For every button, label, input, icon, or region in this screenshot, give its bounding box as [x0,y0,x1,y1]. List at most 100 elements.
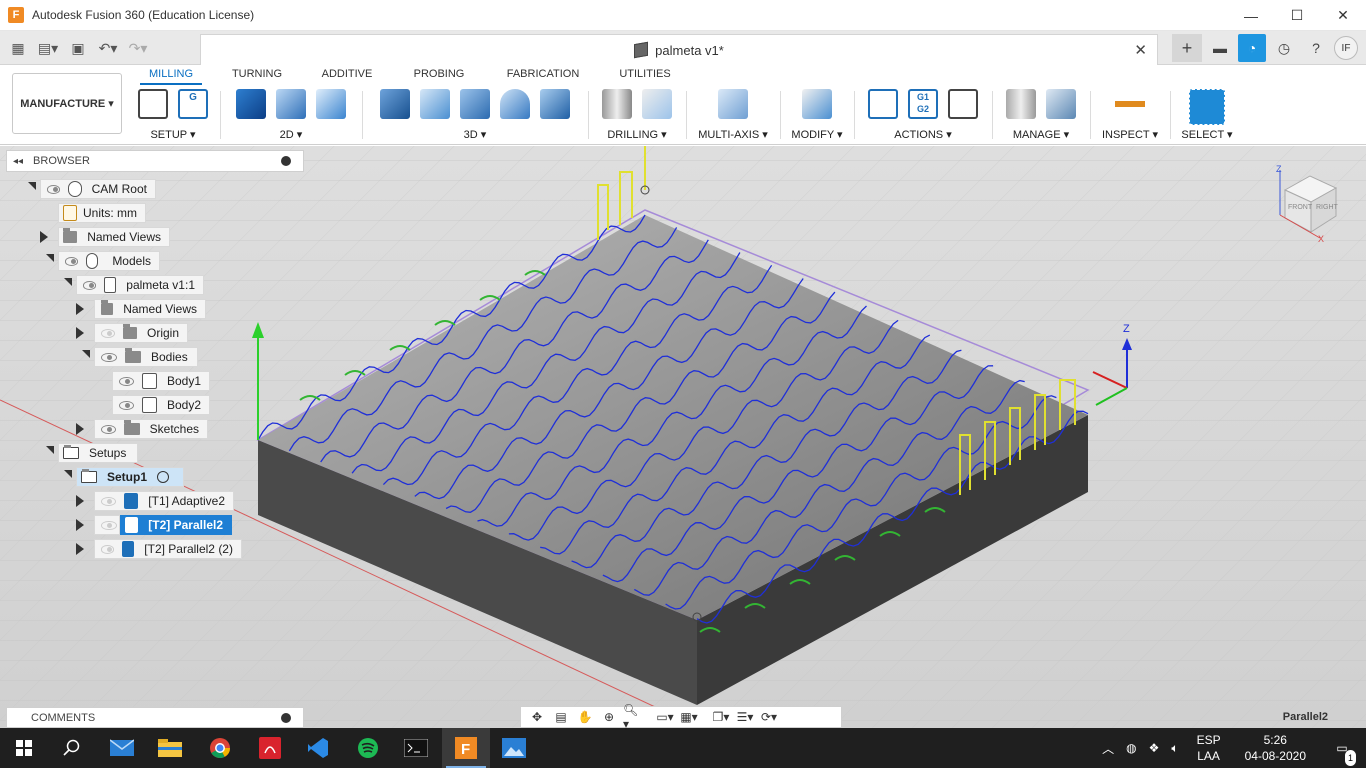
machine-library-icon[interactable] [1046,89,1076,119]
multi-axis-group-label[interactable]: MULTI-AXIS ▾ [690,128,776,141]
windows-start-icon[interactable] [0,728,48,768]
2d-adaptive-icon[interactable] [236,89,266,119]
tab-fabrication[interactable]: FABRICATION [496,65,590,85]
tree-node-op2[interactable]: [T2] Parallel2 [120,515,232,535]
tree-node-component[interactable]: palmeta v1:1 [76,275,204,295]
help-icon[interactable]: ? [1302,34,1330,62]
look-at-icon[interactable]: ▤ [551,709,571,725]
add-comment-icon[interactable] [281,713,291,723]
2d-group-label[interactable]: 2D ▾ [224,128,358,141]
spotify-icon[interactable] [344,728,392,768]
save-icon[interactable]: ▣ [66,36,90,60]
visibility-eye-icon[interactable] [47,184,61,194]
terminal-icon[interactable] [392,728,440,768]
op2-eye-box[interactable] [94,515,120,535]
tree-node-named-views[interactable]: Named Views [58,227,170,247]
bodies-expander[interactable] [76,350,90,358]
2d-pocket-icon[interactable] [276,89,306,119]
post-process-icon[interactable]: G1 G2 [908,89,938,119]
visibility-eye-icon[interactable] [119,376,134,386]
display-settings-icon[interactable]: ▭▾ [655,709,675,725]
cam-root-expander[interactable] [22,182,36,190]
file-menu-icon[interactable]: ▤▾ [36,36,60,60]
tree-node-setup1[interactable]: Setup1 [76,467,184,487]
setup-group-label[interactable]: SETUP ▾ [132,128,214,141]
minimize-browser-icon[interactable] [281,156,291,166]
data-panel-grid-icon[interactable]: ▦ [6,36,30,60]
collapse-browser-icon[interactable]: ◂◂ [13,156,23,167]
manage-group-label[interactable]: MANAGE ▾ [996,128,1086,141]
tool-library-icon[interactable] [1006,89,1036,119]
mail-app-icon[interactable] [98,728,146,768]
3d-group-label[interactable]: 3D ▾ [366,128,584,141]
close-window-button[interactable]: ✕ [1320,0,1366,31]
tab-milling[interactable]: MILLING [140,65,202,85]
named-views-expander[interactable] [40,231,48,243]
parallel-icon[interactable] [540,89,570,119]
adaptive-clearing-icon[interactable] [380,89,410,119]
zoom-icon[interactable]: ⊕ [599,709,619,725]
zoom-window-icon[interactable]: 🔍︎▾ [623,703,643,731]
search-icon[interactable] [48,728,96,768]
tree-node-body1[interactable]: Body1 [112,371,210,391]
tab-probing[interactable]: PROBING [382,65,496,85]
job-status-icon[interactable]: ◔ [1238,34,1266,62]
drill-icon[interactable] [602,89,632,119]
op2-expander[interactable] [76,519,84,531]
pocket-clearing-icon[interactable] [420,89,450,119]
tab-additive[interactable]: ADDITIVE [312,65,382,85]
workspace-switcher[interactable]: MANUFACTURE ▾ [12,73,122,134]
tree-node-op3[interactable]: [T2] Parallel2 (2) [94,539,242,559]
hole-recognition-icon[interactable] [642,89,672,119]
document-tab[interactable]: palmeta v1* ✕ [200,34,1158,65]
visibility-eye-icon[interactable] [101,520,117,530]
op3-expander[interactable] [76,543,84,555]
redo-icon[interactable]: ↷▾ [126,36,150,60]
comments-icon[interactable]: ▬ [1206,34,1234,62]
active-setup-radio-icon[interactable] [157,471,170,483]
steep-shallow-icon[interactable] [460,89,490,119]
tree-node-sketches[interactable]: Sketches [94,419,208,439]
grid-settings-icon[interactable]: ▦▾ [679,709,699,725]
nc-program-icon[interactable]: G [178,89,208,119]
origin-expander[interactable] [76,327,84,339]
select-group-label[interactable]: SELECT ▾ [1174,128,1240,141]
visibility-eye-icon[interactable] [101,424,117,434]
notifications-clock-icon[interactable]: ◷ [1270,34,1298,62]
tab-turning[interactable]: TURNING [202,65,312,85]
setup1-expander[interactable] [58,470,72,478]
tree-node-origin[interactable]: Origin [94,323,188,343]
fusion-taskbar-icon[interactable]: F [442,728,490,768]
toolpath-trim-icon[interactable] [802,89,832,119]
visibility-eye-icon[interactable] [101,496,116,506]
show-hidden-icons-chevron-icon[interactable]: ︿ [1102,740,1114,757]
undo-icon[interactable]: ↶▾ [96,36,120,60]
drilling-group-label[interactable]: DRILLING ▾ [592,128,682,141]
tree-node-cam-root[interactable]: CAM Root [40,179,156,199]
models-expander[interactable] [40,254,54,262]
maximize-button[interactable]: ☐ [1274,0,1320,31]
clock[interactable]: 5:26 04-08-2020 [1245,732,1306,764]
dropbox-icon[interactable]: ❖ [1149,741,1160,755]
tree-node-op1[interactable]: [T1] Adaptive2 [94,491,234,511]
inspect-group-label[interactable]: INSPECT ▾ [1094,128,1166,141]
visibility-eye-icon[interactable] [65,256,78,266]
vscode-icon[interactable] [294,728,342,768]
scallop-icon[interactable] [500,89,530,119]
modify-group-label[interactable]: MODIFY ▾ [784,128,850,141]
new-tab-button[interactable]: + [1172,34,1202,62]
tab-utilities[interactable]: UTILITIES [590,65,700,85]
viewcube-front-label[interactable]: FRONT [1288,204,1313,211]
acrobat-icon[interactable] [246,728,294,768]
multiple-views-icon[interactable]: ☰▾ [735,709,755,725]
browser-panel-header[interactable]: ◂◂ BROWSER [6,150,304,172]
viewcube-right-label[interactable]: RIGHT [1316,204,1339,211]
file-explorer-icon[interactable] [146,728,194,768]
face-icon[interactable] [316,89,346,119]
select-icon[interactable] [1189,89,1225,125]
setups-expander[interactable] [40,446,54,454]
volume-icon[interactable]: 🔈︎ [1171,741,1178,756]
pan-icon[interactable]: ✋ [575,709,595,725]
visibility-eye-icon[interactable] [83,280,96,290]
environment-icon[interactable]: ⟳▾ [759,709,779,725]
